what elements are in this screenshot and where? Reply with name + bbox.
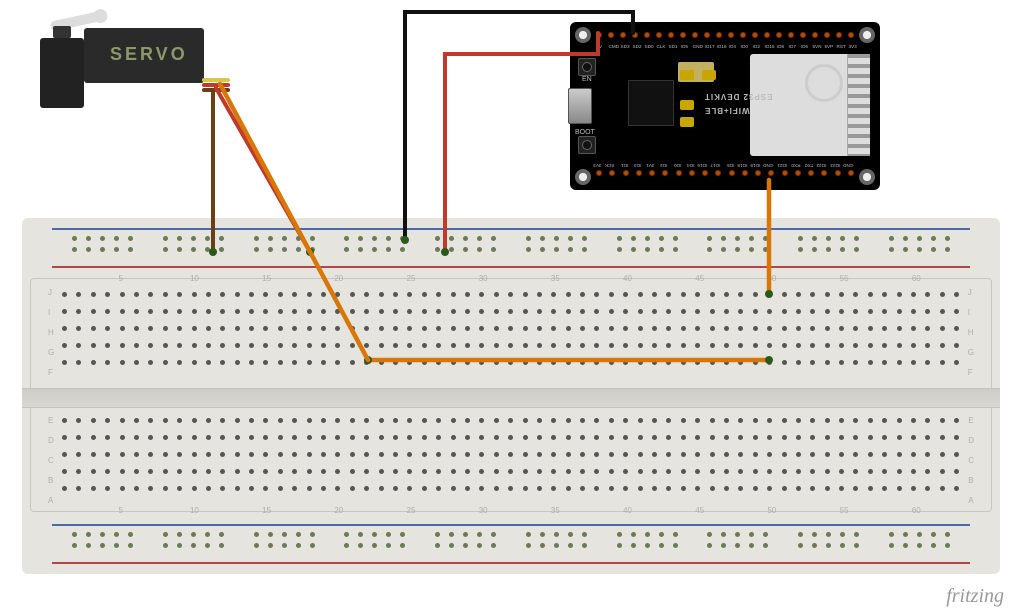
board-name-label: ESP32 DEVKIT	[704, 92, 772, 101]
power-rail-bottom	[52, 522, 970, 566]
board-subtitle-label: WIFI+BLE	[704, 106, 750, 115]
pcb-antenna-icon	[847, 54, 870, 156]
servo-ground-wire-stub	[202, 88, 230, 92]
fritzing-credit: fritzing	[946, 585, 1004, 608]
center-groove	[22, 388, 1000, 408]
esp-wroom-module	[750, 54, 870, 156]
terminal-strip-bottom	[62, 414, 960, 502]
terminal-strip-top	[62, 288, 960, 376]
boot-button	[578, 136, 596, 154]
servo-mount-tab	[53, 26, 71, 38]
en-button	[578, 58, 596, 76]
esp32-bottom-pin-labels: 3V3SCKIO1IO33V1IO2IO0IO4IO16IO17IO5IO18I…	[596, 162, 854, 168]
en-button-label: EN	[582, 76, 592, 83]
esp32-top-pin-labels: 5VCMDSD3SD2SD0CLKSD1IO5GNDIO17IO16IO4IO0…	[596, 44, 854, 50]
smd-component-icon	[680, 70, 694, 80]
espressif-logo-icon	[805, 64, 843, 102]
smd-component-icon	[702, 70, 716, 80]
power-rail-top	[52, 226, 970, 270]
servo-label: SERVO	[110, 44, 188, 65]
servo-motor: SERVO	[20, 8, 200, 118]
esp32-board: 5VCMDSD3SD2SD0CLKSD1IO5GNDIO17IO16IO4IO0…	[570, 22, 880, 190]
servo-power-wire-stub	[202, 83, 230, 87]
mounting-hole-icon	[575, 169, 591, 185]
chip-icon	[628, 80, 674, 126]
smd-component-icon	[680, 117, 694, 127]
mounting-hole-icon	[575, 27, 591, 43]
mounting-hole-icon	[859, 27, 875, 43]
mounting-hole-icon	[859, 169, 875, 185]
breadboard: 51015202530354045505560 5101520253035404…	[22, 218, 1000, 574]
micro-usb-port-icon	[568, 88, 592, 124]
boot-button-label: BOOT	[575, 129, 595, 136]
esp32-top-pin-row	[596, 32, 854, 42]
wiring-diagram: SERVO 5VCMDSD3SD2SD0CLKSD1IO5GNDIO17IO16…	[0, 0, 1024, 614]
servo-wire-outlet	[202, 78, 230, 92]
servo-signal-wire-stub	[202, 78, 230, 82]
esp32-bottom-pin-row	[596, 170, 854, 180]
smd-component-icon	[680, 100, 694, 110]
servo-body-left	[40, 38, 84, 108]
